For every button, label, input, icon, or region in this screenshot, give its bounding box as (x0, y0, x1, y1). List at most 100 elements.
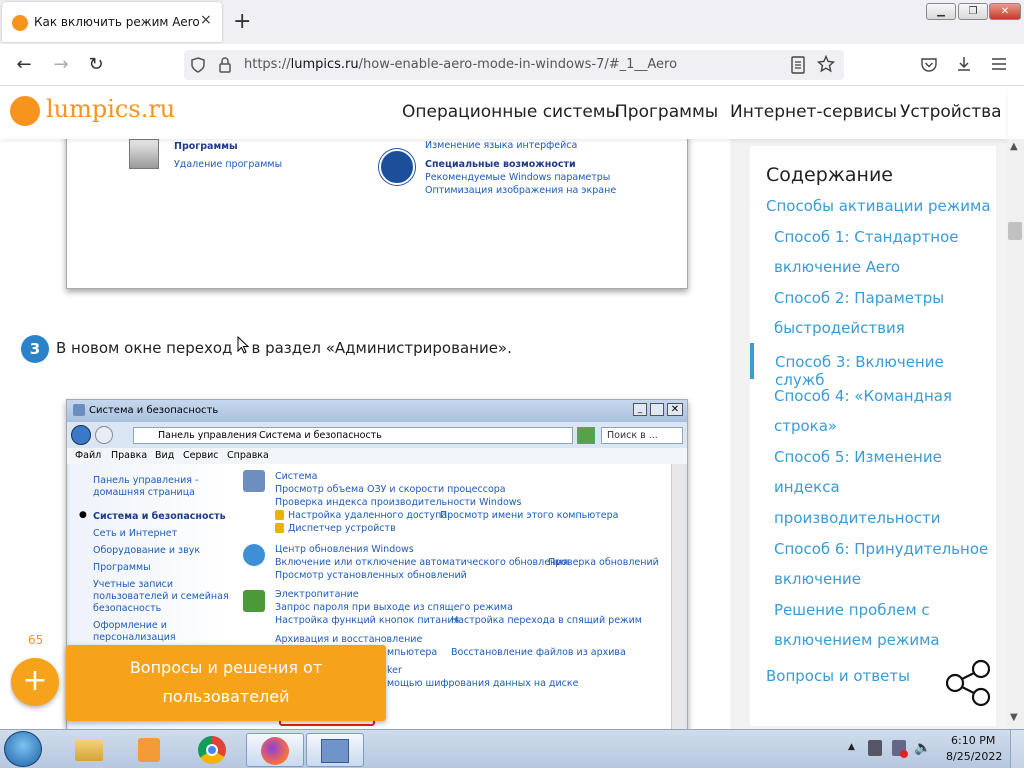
toc-item[interactable]: быстродействия (774, 319, 905, 337)
win-section-title: ker (387, 665, 402, 676)
power-options-icon (243, 590, 265, 612)
tray-expand-icon[interactable]: ▲ (848, 742, 855, 752)
bookmark-star-icon[interactable] (817, 55, 835, 73)
folder-icon (75, 739, 103, 761)
windows-update-icon (243, 544, 265, 566)
share-icon[interactable] (944, 658, 992, 708)
tab-title: Как включить режим Aero в W (34, 15, 199, 29)
control-panel-icon (73, 404, 85, 416)
show-desktop-button[interactable] (1010, 730, 1024, 768)
taskbar-media-player[interactable] (120, 733, 178, 767)
uac-shield-icon (275, 523, 284, 533)
browser-tab[interactable]: Как включить режим Aero в W × (2, 2, 222, 42)
win-back-icon (71, 425, 91, 445)
taskbar-date[interactable]: 8/25/2022 (946, 750, 1002, 763)
volume-icon[interactable]: 🔈 (914, 740, 931, 756)
article-content: Программы Удаление программы Изменение я… (10, 139, 730, 729)
hamburger-menu-icon[interactable] (991, 57, 1007, 71)
taskbar-firefox[interactable] (246, 733, 304, 767)
tray-network-icon[interactable] (892, 740, 908, 758)
site-favicon-icon (12, 15, 28, 31)
win-link: Настройка перехода в спящий режим (451, 615, 642, 626)
win-sidebar-link: Панель управления - (93, 475, 199, 486)
close-tab-icon[interactable]: × (200, 12, 212, 28)
taskbar-time[interactable]: 6:10 PM (951, 734, 995, 747)
win-link: Удаление программы (174, 159, 283, 170)
chrome-icon (198, 736, 226, 764)
lock-icon[interactable] (218, 57, 232, 73)
article-screenshot-top: Программы Удаление программы Изменение я… (66, 139, 688, 289)
win-sidebar-link: Программы (93, 562, 151, 573)
win-link: мощью шифрования данных на диске (387, 678, 579, 689)
toc-item[interactable]: включением режима (774, 631, 940, 649)
win-link: Запрос пароля при выходе из спящего режи… (275, 602, 513, 613)
navigation-toolbar: ← → ↻ https://lumpics.ru/how-enable-aero… (0, 44, 1024, 86)
step-number-badge: 3 (21, 335, 49, 363)
table-of-contents: Содержание Способы активации режима Спос… (750, 146, 996, 726)
toc-item[interactable]: включение Aero (774, 258, 900, 276)
url-text: https://lumpics.ru/how-enable-aero-mode-… (244, 57, 678, 72)
win-link: Специальные возможности (425, 159, 576, 170)
maximize-button[interactable]: ❐ (958, 3, 988, 20)
win-sidebar-link: домашняя страница (93, 487, 196, 498)
win-section-title: Центр обновления Windows (275, 544, 414, 555)
win-address-bar: Панель управления Система и безопасность (133, 427, 573, 444)
toc-item[interactable]: индекса (774, 478, 840, 496)
tab-bar: Как включить режим Aero в W × + ▁ ❐ ✕ (0, 0, 1024, 44)
taskbar-chrome[interactable] (182, 733, 240, 767)
shield-icon[interactable] (190, 57, 206, 73)
start-button[interactable] (4, 731, 42, 767)
window-close-button[interactable]: ✕ (989, 3, 1021, 20)
taskbar-explorer[interactable] (60, 733, 118, 767)
system-icon (243, 470, 265, 492)
page-scrollbar[interactable]: ▲ ▼ (1006, 139, 1024, 729)
taskbar-control-panel[interactable] (306, 733, 364, 767)
win-link: Изменение языка интерфейса (425, 140, 578, 151)
win-section-title: Система (275, 471, 318, 482)
win-link: мпьютера (387, 647, 438, 658)
menu-item-internet[interactable]: Интернет-сервисы (730, 102, 897, 122)
win-title: Система и безопасность (89, 405, 219, 416)
add-plus-button[interactable]: + (11, 658, 59, 706)
back-arrow-icon[interactable]: ← (10, 52, 38, 78)
menu-item-os[interactable]: Операционные системы (402, 102, 619, 122)
download-icon[interactable] (955, 55, 973, 73)
media-player-icon (138, 738, 160, 762)
menu-item-devices[interactable]: Устройства (900, 102, 1002, 122)
toc-item-active[interactable]: Способ 3: Включение служб (775, 353, 996, 389)
toc-item[interactable]: Способы активации режима (766, 197, 991, 215)
win-maximize-icon (650, 403, 664, 416)
orange-logo-icon[interactable] (10, 96, 40, 126)
win-link: Проверка обновлений (548, 557, 659, 568)
toc-item[interactable]: Способ 6: Принудительное (774, 540, 988, 558)
reload-icon[interactable]: ↻ (82, 52, 110, 78)
toc-item[interactable]: включение (774, 570, 861, 588)
win-link: Программы (174, 141, 238, 152)
minimize-button[interactable]: ▁ (926, 3, 956, 20)
toc-item[interactable]: Способ 4: «Командная (774, 387, 952, 405)
menu-item-programs[interactable]: Программы (615, 102, 718, 122)
new-tab-button[interactable]: + (233, 8, 251, 36)
questions-banner-button[interactable]: Вопросы и решения от пользователей (66, 645, 386, 721)
toc-item[interactable]: строка» (774, 417, 837, 435)
toc-item[interactable]: Способ 1: Стандартное (774, 228, 959, 246)
scroll-up-icon[interactable]: ▲ (1010, 141, 1018, 152)
tray-device-icon[interactable] (868, 740, 882, 756)
scroll-down-icon[interactable]: ▼ (1010, 712, 1018, 723)
reader-view-icon[interactable] (790, 56, 806, 74)
step-text: В новом окне переход в раздел «Администр… (56, 339, 512, 357)
toc-item[interactable]: Решение проблем с (774, 601, 930, 619)
address-bar[interactable]: https://lumpics.ru/how-enable-aero-mode-… (184, 50, 844, 80)
banner-line2: пользователей (162, 687, 290, 706)
toc-active-indicator (750, 343, 754, 379)
win-minimize-icon: _ (633, 403, 647, 416)
mouse-cursor-icon (237, 336, 250, 354)
forward-arrow-icon[interactable]: → (47, 52, 75, 78)
scroll-thumb[interactable] (1008, 222, 1022, 240)
toc-item[interactable]: производительности (774, 509, 940, 527)
toc-item[interactable]: Способ 5: Изменение (774, 448, 942, 466)
toc-item[interactable]: Вопросы и ответы (766, 667, 910, 685)
pocket-icon[interactable] (920, 56, 938, 74)
toc-item[interactable]: Способ 2: Параметры (774, 289, 944, 307)
site-logo-text[interactable]: lumpics.ru (46, 95, 175, 123)
